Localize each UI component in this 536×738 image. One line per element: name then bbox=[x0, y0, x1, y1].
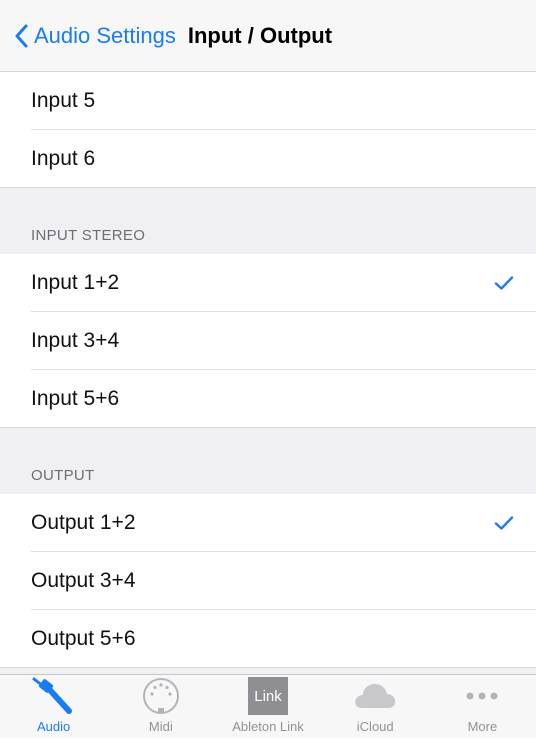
tab-label: iCloud bbox=[356, 719, 394, 734]
section-header-output: OUTPUT bbox=[0, 428, 536, 494]
input-mono-group: Input 5 Input 6 bbox=[0, 72, 536, 188]
list-item-input-6[interactable]: Input 6 bbox=[0, 130, 536, 188]
tab-label: Ableton Link bbox=[232, 719, 304, 734]
checkmark-icon bbox=[494, 276, 514, 290]
audio-cable-icon bbox=[32, 677, 72, 714]
checkmark-icon bbox=[494, 516, 514, 530]
more-dots-icon bbox=[466, 692, 498, 700]
list-item-label: Input 5 bbox=[31, 89, 96, 112]
list-item-input-5[interactable]: Input 5 bbox=[0, 72, 536, 130]
tab-label: Midi bbox=[148, 719, 173, 734]
list-item-output-1-2[interactable]: Output 1+2 bbox=[0, 494, 536, 552]
tab-audio[interactable]: Audio bbox=[0, 675, 107, 738]
tab-more[interactable]: More bbox=[429, 675, 536, 738]
list-item-label: Input 3+4 bbox=[31, 329, 120, 352]
list-item-output-5-6[interactable]: Output 5+6 bbox=[0, 610, 536, 668]
page-title: Input / Output bbox=[187, 22, 333, 48]
tab-ableton-link[interactable]: Link Ableton Link bbox=[214, 675, 321, 738]
tab-label: More bbox=[467, 719, 498, 734]
cloud-icon bbox=[355, 684, 396, 708]
output-group: Output 1+2 Output 3+4 Output 5+6 bbox=[0, 494, 536, 668]
navigation-bar: Audio Settings Input / Output bbox=[0, 0, 536, 72]
ableton-link-icon: Link bbox=[248, 677, 288, 715]
list-item-label: Output 5+6 bbox=[31, 627, 136, 650]
tab-bar: Audio Midi Link Ableton Link iCloud More bbox=[0, 674, 536, 738]
input-stereo-group: Input 1+2 Input 3+4 Input 5+6 bbox=[0, 254, 536, 428]
tab-midi[interactable]: Midi bbox=[107, 675, 214, 738]
list-item-label: Output 3+4 bbox=[31, 569, 136, 592]
tab-label: Audio bbox=[36, 719, 71, 734]
section-header-input-stereo: INPUT STEREO bbox=[0, 188, 536, 254]
back-button-label: Audio Settings bbox=[34, 22, 176, 48]
tab-icloud[interactable]: iCloud bbox=[322, 675, 429, 738]
list-item-label: Output 1+2 bbox=[31, 511, 136, 534]
settings-list[interactable]: Input 5 Input 6 INPUT STEREO Input 1+2 I… bbox=[0, 72, 536, 674]
screen: Audio Settings Input / Output Input 5 In… bbox=[0, 0, 536, 738]
list-item-input-5-6[interactable]: Input 5+6 bbox=[0, 370, 536, 428]
list-item-input-3-4[interactable]: Input 3+4 bbox=[0, 312, 536, 370]
midi-connector-icon bbox=[142, 678, 179, 714]
list-item-label: Input 5+6 bbox=[31, 387, 120, 410]
list-item-label: Input 6 bbox=[31, 147, 96, 170]
list-item-output-3-4[interactable]: Output 3+4 bbox=[0, 552, 536, 610]
list-item-label: Input 1+2 bbox=[31, 271, 120, 294]
list-item-input-1-2[interactable]: Input 1+2 bbox=[0, 254, 536, 312]
back-button[interactable]: Audio Settings bbox=[14, 23, 176, 49]
chevron-left-icon bbox=[15, 24, 28, 47]
